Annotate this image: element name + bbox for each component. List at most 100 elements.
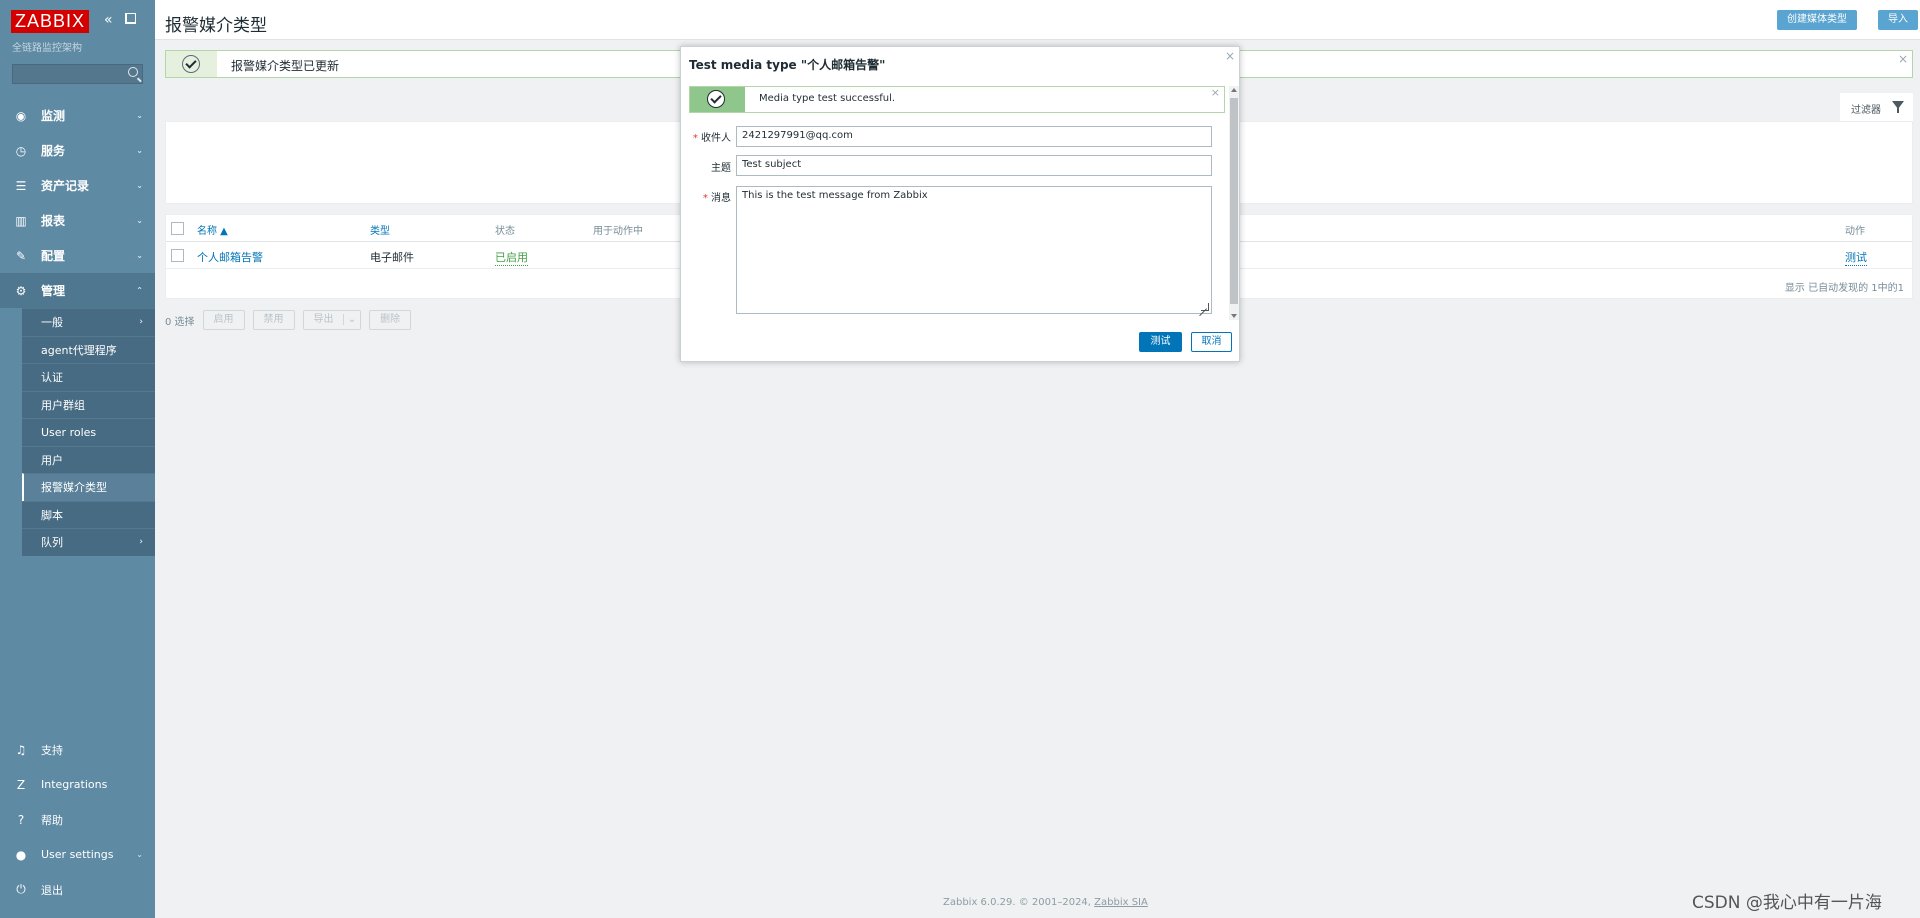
help-icon: ? [17, 812, 25, 827]
submenu-label: User roles [41, 425, 97, 439]
submenu-users[interactable]: 用户 [22, 445, 155, 474]
submenu-proxies[interactable]: agent代理程序 [22, 335, 155, 364]
message-label: * 消息 [702, 193, 731, 204]
submenu-label: agent代理程序 [41, 343, 117, 357]
export-button[interactable]: 导出 ⌄ [302, 310, 362, 330]
filter-tab[interactable]: 过滤器 [1840, 93, 1913, 122]
nav-user-settings[interactable]: ● User settings ⌄ [0, 837, 155, 872]
nav-inventory[interactable]: ☰ 资产记录 ⌄ [0, 168, 155, 203]
column-name[interactable]: 名称 ▲ [197, 222, 228, 237]
submenu-queue[interactable]: 队列 › [22, 528, 155, 556]
column-used-in-actions: 用于动作中 [593, 226, 643, 237]
to-label-text: 收件人 [701, 133, 731, 144]
delete-button[interactable]: 删除 [369, 310, 412, 330]
dialog-scrollbar[interactable] [1229, 86, 1239, 320]
submenu-label: 队列 [41, 536, 63, 550]
collapse-sidebar-icon[interactable]: « [104, 12, 113, 28]
close-icon[interactable]: × [1211, 86, 1220, 99]
nav-reports[interactable]: ▥ 报表 ⌄ [0, 203, 155, 238]
status-toggle-link[interactable]: 已启用 [495, 249, 528, 266]
submenu-authentication[interactable]: 认证 [22, 363, 155, 391]
nav-configuration[interactable]: ✎ 配置 ⌄ [0, 238, 155, 273]
nav-services[interactable]: ◷ 服务 ⌄ [0, 133, 155, 168]
submenu-label: 一般 [41, 316, 63, 330]
submenu-general[interactable]: 一般 › [22, 308, 155, 336]
zabbix-sia-link[interactable]: Zabbix SIA [1094, 897, 1148, 908]
submenu-media-types[interactable]: 报警媒介类型 [22, 473, 155, 501]
bottom-nav: ♫ 支持 Z Integrations ? 帮助 ● User settings… [0, 732, 155, 907]
to-label: * 收件人 [692, 133, 731, 144]
submenu-label: 用户群组 [41, 398, 85, 412]
select-all-checkbox[interactable] [171, 222, 184, 235]
eye-icon: ◉ [15, 108, 27, 123]
nav-label: Integrations [41, 778, 108, 791]
column-status: 状态 [495, 226, 515, 237]
chevron-right-icon: › [139, 537, 143, 548]
dialog-title: Test media type "个人邮箱告警" [689, 58, 886, 72]
nav-label: 服务 [41, 144, 66, 158]
message-textarea[interactable]: This is the test message from Zabbix [736, 186, 1212, 314]
scrollbar-thumb[interactable] [1230, 98, 1238, 304]
page-title: 报警媒介类型 [165, 16, 267, 36]
search-icon[interactable] [128, 67, 138, 77]
close-icon[interactable]: × [1225, 49, 1235, 63]
media-type-name-link[interactable]: 个人邮箱告警 [197, 249, 263, 265]
success-message-text: 报警媒介类型已更新 [231, 59, 340, 73]
resize-grip-icon[interactable] [1201, 303, 1209, 311]
filter-icon [1892, 101, 1904, 113]
nav-sign-out[interactable]: ⏻ 退出 [0, 872, 155, 907]
enable-button[interactable]: 启用 [202, 310, 245, 330]
import-button[interactable]: 导入 [1878, 10, 1918, 30]
column-type[interactable]: 类型 [370, 222, 390, 237]
kiosk-mode-icon[interactable] [125, 13, 136, 24]
server-name: 全链路监控架构 [12, 43, 82, 54]
table-stats: 显示 已自动发现的 1中的1 [1784, 283, 1904, 294]
nav-label: 配置 [41, 249, 66, 263]
chevron-down-icon: ⌄ [136, 216, 143, 225]
zabbix-logo[interactable]: ZABBIX [11, 10, 90, 33]
submenu-label: 认证 [41, 371, 63, 385]
nav-integrations[interactable]: Z Integrations [0, 767, 155, 802]
nav-label: 管理 [41, 284, 66, 298]
nav-monitoring[interactable]: ◉ 监测 ⌄ [0, 98, 155, 133]
power-icon: ⏻ [16, 882, 26, 896]
sidebar-search-input[interactable] [12, 64, 143, 84]
integrations-icon: Z [16, 777, 26, 792]
disable-button[interactable]: 禁用 [252, 310, 295, 330]
bar-chart-icon: ▥ [15, 213, 27, 228]
submenu-user-roles[interactable]: User roles [22, 418, 155, 446]
gear-icon: ⚙ [15, 283, 27, 298]
list-icon: ☰ [15, 178, 27, 193]
scroll-down-icon[interactable] [1231, 314, 1237, 318]
nav-label: 资产记录 [41, 179, 90, 193]
wrench-icon: ✎ [15, 248, 27, 263]
chevron-down-icon: ⌄ [136, 850, 143, 859]
cancel-button[interactable]: 取消 [1191, 332, 1232, 352]
nav-administration[interactable]: ⚙ 管理 ⌃ [0, 273, 155, 308]
check-circle-icon [707, 90, 725, 108]
test-link[interactable]: 测试 [1845, 249, 1867, 266]
close-icon[interactable]: × [1898, 52, 1908, 66]
column-action: 动作 [1845, 226, 1865, 237]
subject-field[interactable]: Test subject [736, 155, 1212, 176]
create-media-type-button[interactable]: 创建媒体类型 [1777, 10, 1857, 30]
nav-help[interactable]: ? 帮助 [0, 802, 155, 837]
chevron-down-icon: ⌄ [136, 146, 143, 155]
row-checkbox[interactable] [171, 249, 184, 262]
chevron-down-icon: ⌄ [136, 111, 143, 120]
nav-label: 支持 [41, 743, 63, 757]
message-label-text: 消息 [711, 193, 731, 204]
to-field[interactable]: 2421297991@qq.com [736, 126, 1212, 147]
headset-icon: ♫ [15, 742, 27, 757]
chevron-down-icon: ⌄ [136, 181, 143, 190]
nav-support[interactable]: ♫ 支持 [0, 732, 155, 767]
chevron-down-icon: ⌄ [342, 314, 357, 325]
dialog-success-message: Media type test successful. × [689, 86, 1225, 113]
subject-label: 主题 [711, 163, 731, 174]
dialog-success-text: Media type test successful. [759, 93, 896, 104]
submenu-user-groups[interactable]: 用户群组 [22, 390, 155, 419]
test-button[interactable]: 测试 [1139, 332, 1182, 352]
submenu-scripts[interactable]: 脚本 [22, 500, 155, 529]
clock-icon: ◷ [15, 143, 27, 158]
scroll-up-icon[interactable] [1231, 88, 1237, 92]
